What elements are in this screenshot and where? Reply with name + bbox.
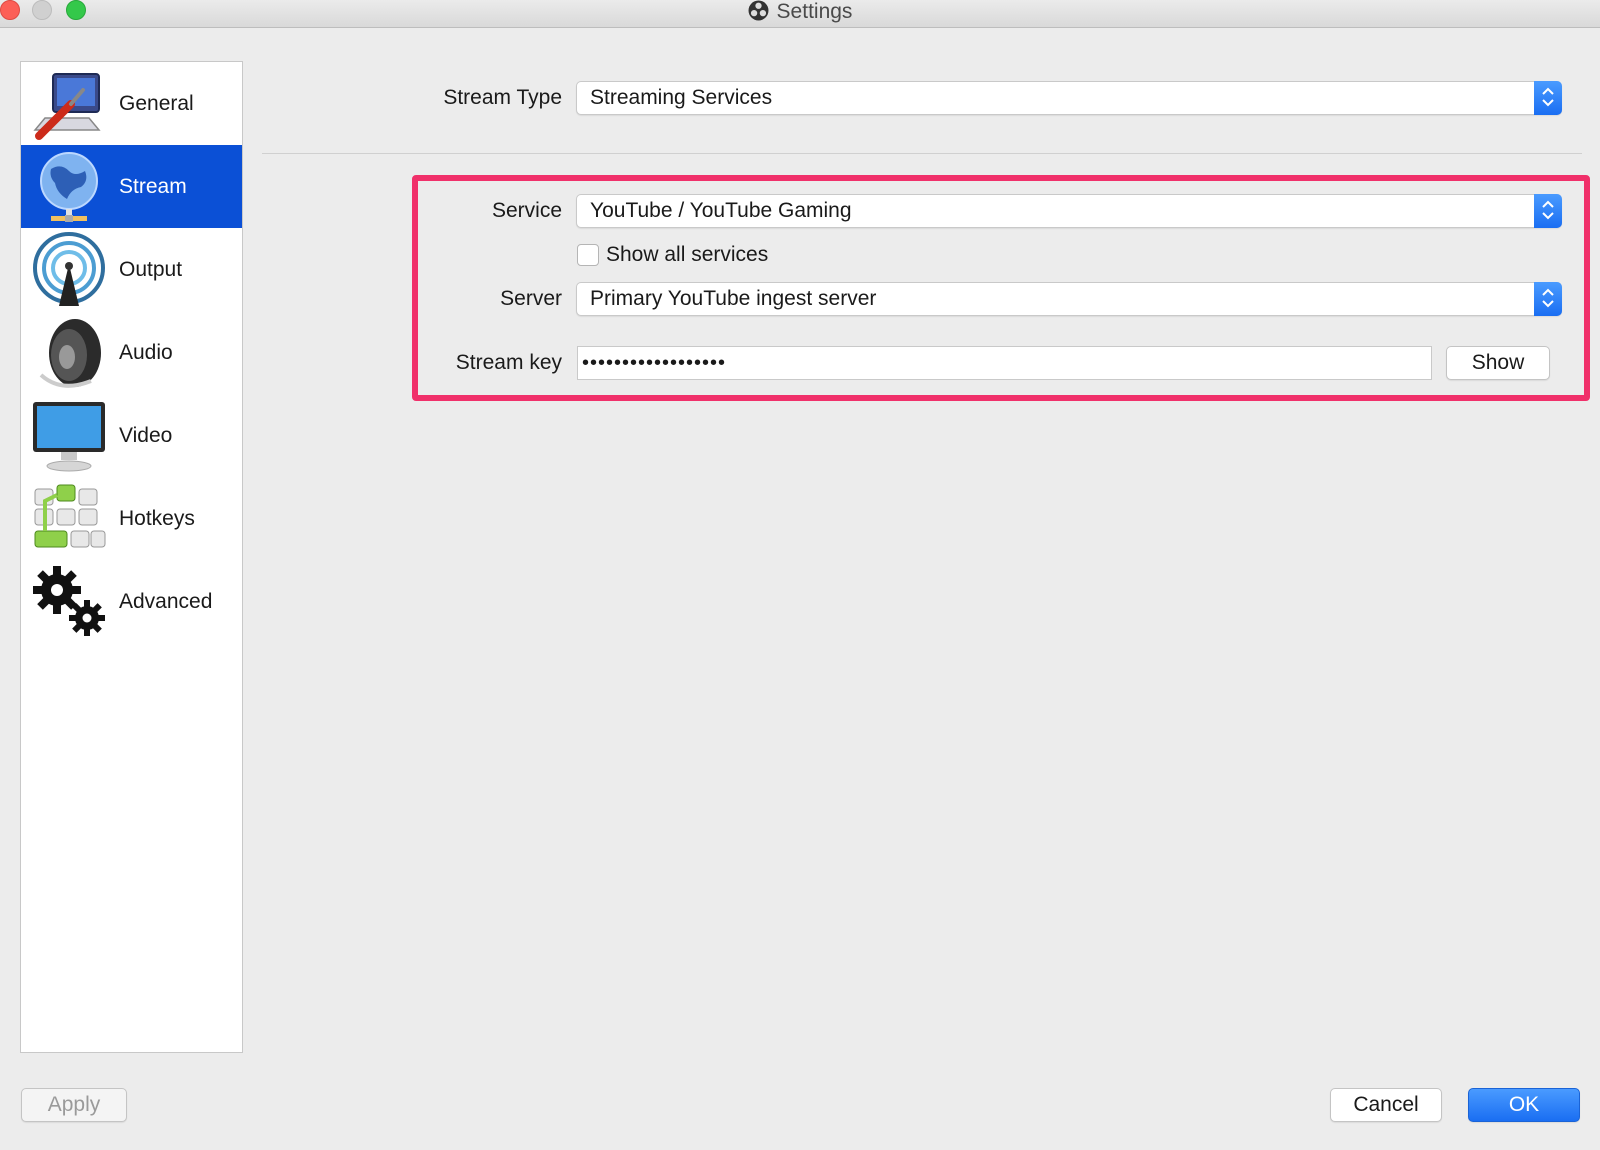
server-select[interactable]: Primary YouTube ingest server bbox=[576, 282, 1562, 316]
section-divider bbox=[262, 153, 1582, 154]
stream-type-value: Streaming Services bbox=[590, 86, 773, 109]
stream-key-input[interactable]: •••••••••••••••••• bbox=[577, 346, 1432, 380]
show-key-button[interactable]: Show bbox=[1446, 346, 1550, 380]
stream-type-select[interactable]: Streaming Services bbox=[576, 81, 1562, 115]
server-value: Primary YouTube ingest server bbox=[590, 287, 877, 310]
ok-button[interactable]: OK bbox=[1468, 1088, 1580, 1122]
service-value: YouTube / YouTube Gaming bbox=[590, 199, 852, 222]
sidebar-item-audio[interactable]: Audio bbox=[21, 311, 242, 394]
sidebar-item-advanced[interactable]: Advanced bbox=[21, 560, 242, 643]
gears-icon bbox=[33, 566, 105, 636]
sidebar-item-label: Hotkeys bbox=[119, 507, 195, 530]
sidebar-item-label: Audio bbox=[119, 341, 173, 364]
service-label: Service bbox=[491, 199, 562, 222]
apply-button[interactable]: Apply bbox=[21, 1088, 127, 1122]
window-title: Settings bbox=[0, 0, 1600, 23]
sidebar-item-video[interactable]: Video bbox=[21, 394, 242, 477]
sidebar-item-label: Video bbox=[119, 424, 173, 447]
sidebar-item-output[interactable]: Output bbox=[21, 228, 242, 311]
keyboard-icon bbox=[34, 484, 106, 548]
speaker-icon bbox=[39, 319, 101, 388]
stream-key-label: Stream key bbox=[455, 351, 562, 374]
sidebar-item-hotkeys[interactable]: Hotkeys bbox=[21, 477, 242, 560]
stream-key-value: •••••••••••••••••• bbox=[582, 352, 727, 374]
service-select[interactable]: YouTube / YouTube Gaming bbox=[576, 194, 1562, 228]
cancel-button[interactable]: Cancel bbox=[1330, 1088, 1442, 1122]
show-all-services-checkbox[interactable] bbox=[577, 244, 599, 266]
stepper-arrows-icon bbox=[1534, 194, 1562, 228]
output-icon bbox=[33, 232, 105, 306]
server-label: Server bbox=[500, 287, 562, 310]
title-bar: Settings bbox=[0, 0, 1600, 28]
monitor-icon bbox=[33, 402, 105, 472]
obs-logo-icon bbox=[748, 0, 769, 21]
stepper-arrows-icon bbox=[1534, 282, 1562, 316]
sidebar-item-label: Output bbox=[119, 258, 183, 281]
settings-sidebar: General Stream Output Audio Video Hotkey… bbox=[20, 61, 243, 1053]
sidebar-item-label: Advanced bbox=[119, 590, 213, 613]
window-title-text: Settings bbox=[776, 0, 853, 23]
general-icon bbox=[33, 73, 101, 140]
stepper-arrows-icon bbox=[1534, 81, 1562, 115]
stream-type-label: Stream Type bbox=[443, 86, 562, 109]
sidebar-item-stream[interactable]: Stream bbox=[21, 145, 242, 228]
globe-icon bbox=[40, 152, 98, 222]
show-all-services-label[interactable]: Show all services bbox=[606, 240, 768, 270]
sidebar-item-label: General bbox=[119, 92, 194, 115]
sidebar-item-general[interactable]: General bbox=[21, 62, 242, 145]
sidebar-item-label: Stream bbox=[119, 175, 187, 198]
